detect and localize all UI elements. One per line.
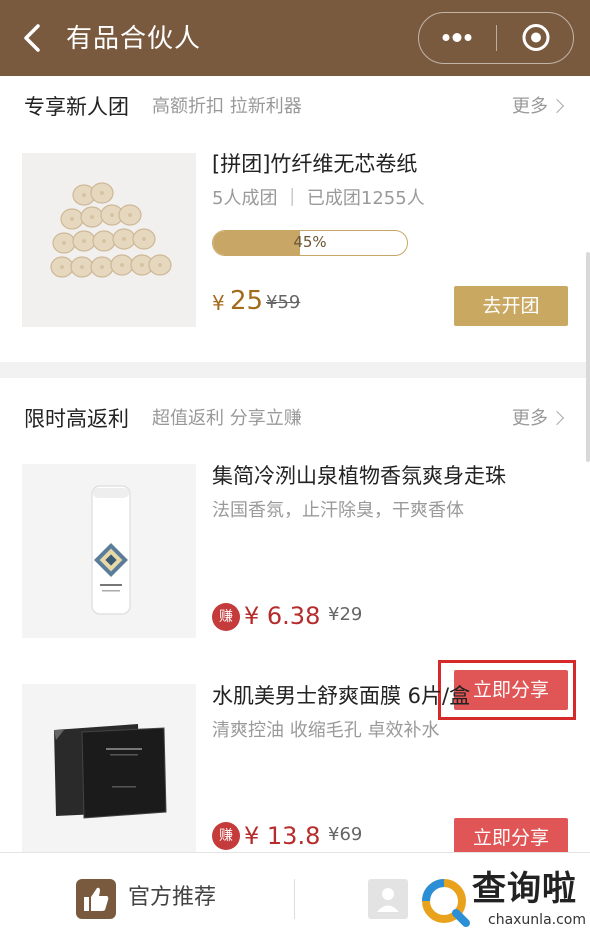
- rebate-price: ¥ 13.8: [244, 822, 321, 850]
- product-desc: 法国香氛，止汗除臭，干爽香体: [212, 500, 464, 521]
- progress-label: 45%: [293, 233, 327, 251]
- section-subtitle: 高额折扣 拉新利器: [152, 96, 302, 117]
- section-more-link[interactable]: 更多: [512, 92, 565, 122]
- bottom-tab-bar: 官方推荐 查询啦 chaxunla.com: [0, 852, 590, 944]
- group-price: 25: [230, 286, 264, 316]
- face-mask-box-image: [22, 684, 196, 852]
- user-icon[interactable]: [368, 879, 408, 919]
- rebate-price: ¥ 6.38: [244, 602, 321, 630]
- magnifier-logo-icon: [418, 875, 470, 927]
- tab-label: 官方推荐: [128, 885, 217, 910]
- section-more-link[interactable]: 更多: [512, 404, 565, 434]
- tab-divider: [294, 879, 295, 919]
- product-name[interactable]: 集简冷洌山泉植物香氛爽身走珠: [212, 461, 506, 491]
- product-name[interactable]: 水肌美男士舒爽面膜 6片/盒: [212, 681, 470, 711]
- product-image-toilet-paper[interactable]: [22, 153, 196, 327]
- chevron-right-icon: [549, 98, 565, 114]
- share-now-button[interactable]: 立即分享: [454, 818, 568, 852]
- section-title: 专享新人团: [24, 95, 129, 119]
- content-area[interactable]: 专享新人团 高额折扣 拉新利器 更多 [拼团]竹纤维无芯卷纸 5人成团 ｜ 已成…: [0, 76, 590, 852]
- section-subtitle: 超值返利 分享立赚: [152, 408, 302, 429]
- tab-official-recommend[interactable]: 官方推荐: [70, 871, 270, 927]
- back-button[interactable]: [14, 18, 54, 58]
- more-label: 更多: [512, 96, 548, 117]
- group-buy-section: 专享新人团 高额折扣 拉新利器 更多 [拼团]竹纤维无芯卷纸 5人成团 ｜ 已成…: [0, 76, 590, 362]
- product-name[interactable]: [拼团]竹纤维无芯卷纸: [212, 149, 417, 179]
- earn-badge: 赚: [212, 603, 240, 631]
- more-label: 更多: [512, 408, 548, 429]
- product-image-rollon[interactable]: [22, 464, 196, 638]
- target-close-icon: [522, 24, 550, 51]
- original-price: ¥59: [266, 292, 301, 313]
- original-price: ¥69: [328, 824, 363, 845]
- toilet-paper-rolls-image: [22, 153, 196, 327]
- watermark-text: 查询啦: [472, 869, 577, 909]
- watermark-domain: chaxunla.com: [488, 912, 586, 928]
- earn-badge: 赚: [212, 822, 240, 850]
- thumbs-up-icon: [76, 879, 116, 919]
- original-price: ¥29: [328, 604, 363, 625]
- close-mini-program-button[interactable]: [499, 13, 573, 62]
- section-title: 限时高返利: [24, 407, 129, 431]
- product-image-face-mask[interactable]: [22, 684, 196, 852]
- start-group-button[interactable]: 去开团: [454, 286, 568, 326]
- more-options-button[interactable]: [419, 13, 495, 62]
- product-desc: 清爽控油 收缩毛孔 卓效补水: [212, 720, 440, 741]
- chevron-right-icon: [549, 410, 565, 426]
- rebate-section: 限时高返利 超值返利 分享立赚 更多 集简冷洌山泉植物香氛爽身走珠 法国香氛，止…: [0, 378, 590, 852]
- scrollbar[interactable]: [586, 252, 590, 462]
- group-progress-bar: 45%: [212, 230, 408, 256]
- site-watermark: 查询啦 chaxunla.com: [412, 863, 588, 939]
- nav-header: 有品合伙人: [0, 0, 590, 76]
- capsule-divider: [496, 25, 497, 51]
- page-title: 有品合伙人: [66, 24, 202, 54]
- chevron-left-icon: [24, 24, 40, 52]
- mini-program-capsule: [418, 12, 574, 64]
- product-desc: 5人成团 ｜ 已成团1255人: [212, 188, 425, 209]
- currency-symbol: ¥: [212, 291, 225, 315]
- more-dots-icon: [442, 33, 472, 42]
- rollon-bottle-image: [22, 464, 196, 638]
